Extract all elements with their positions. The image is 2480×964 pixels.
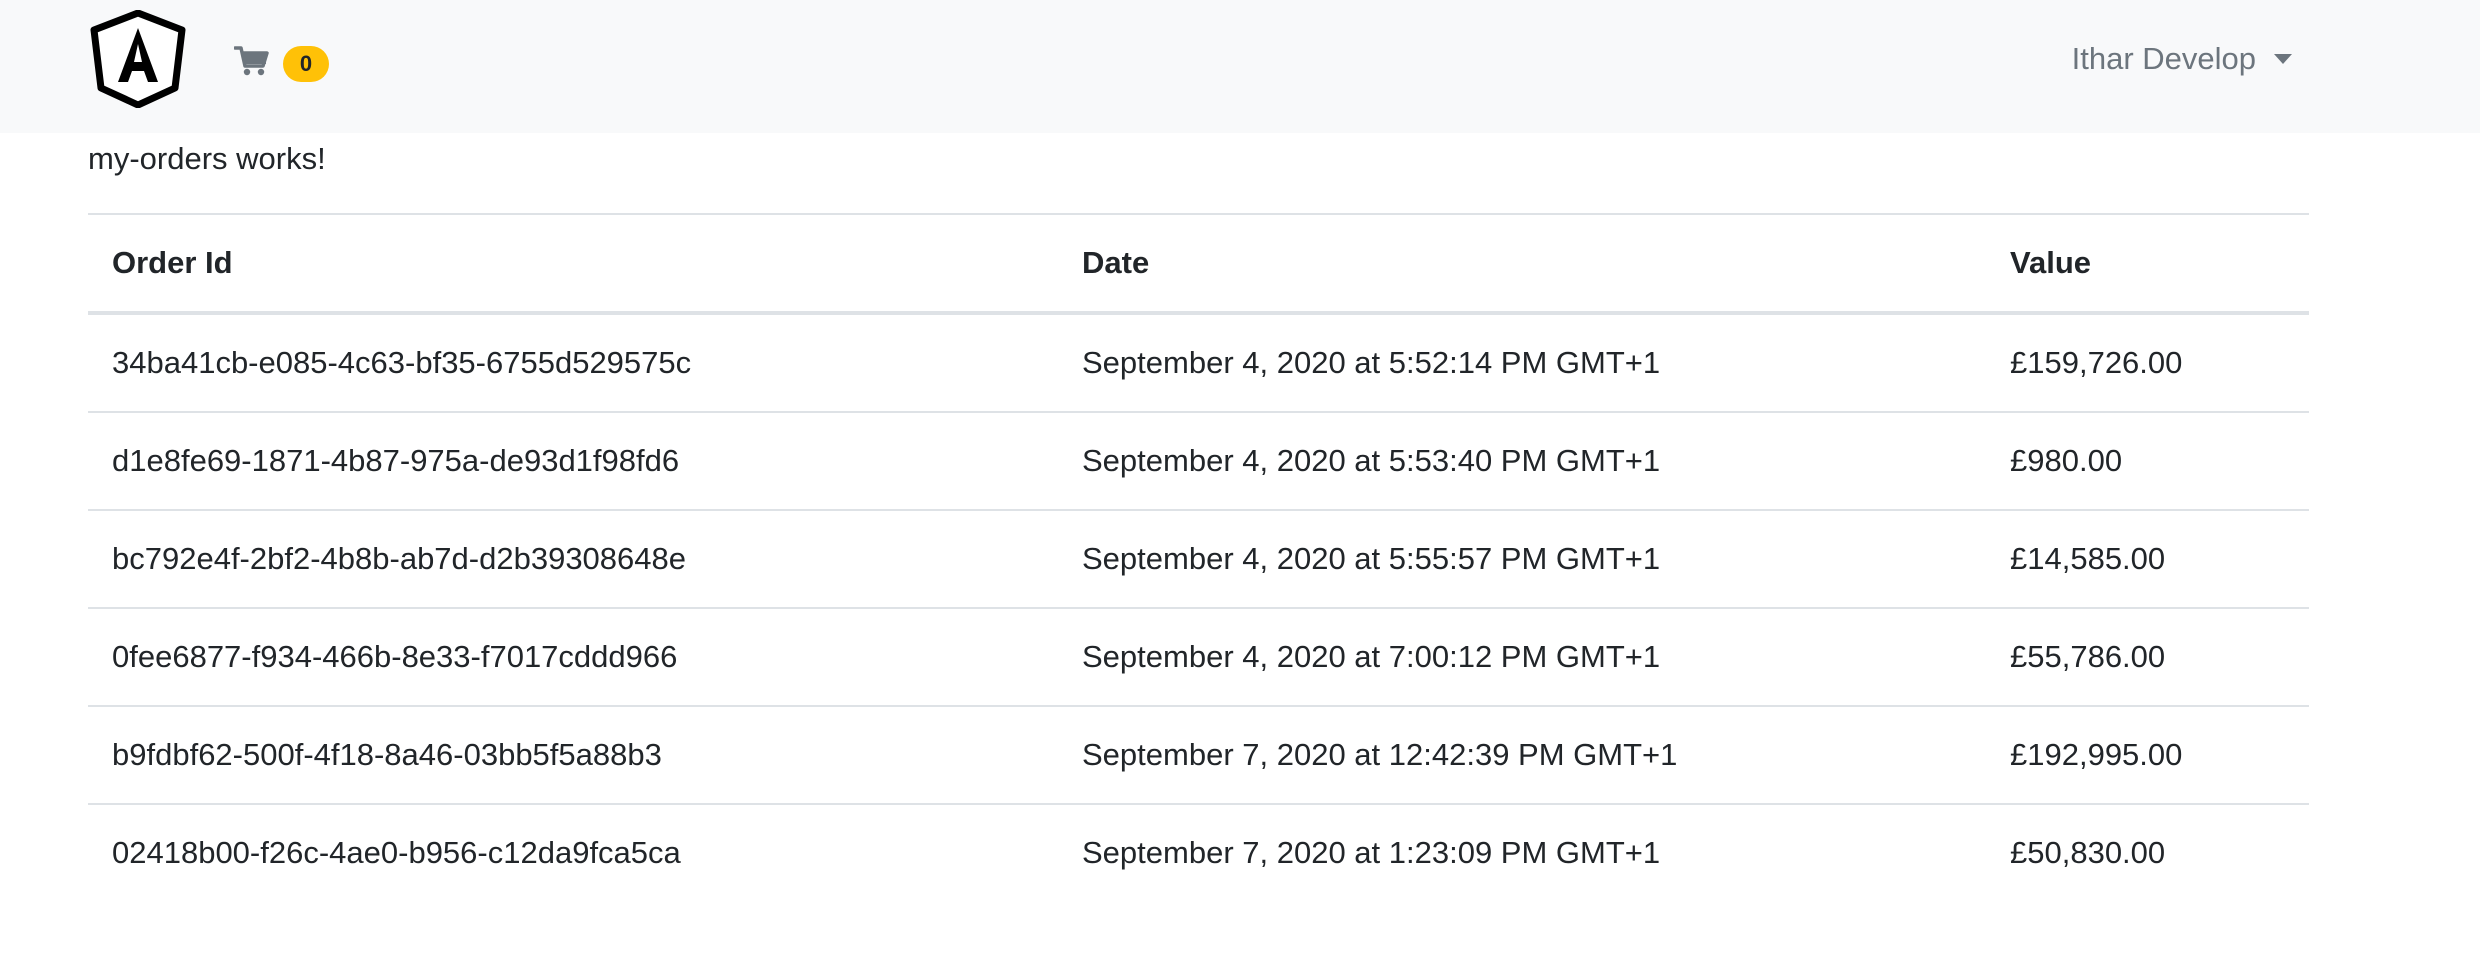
order-value-cell: £55,786.00 xyxy=(1986,608,2309,707)
top-navbar: 0 Ithar Develop xyxy=(0,0,2480,133)
table-row: 34ba41cb-e085-4c63-bf35-6755d529575c Sep… xyxy=(88,313,2309,413)
cart-link[interactable]: 0 xyxy=(234,38,329,84)
user-dropdown-toggle[interactable]: Ithar Develop xyxy=(2072,36,2292,82)
order-id-cell: 02418b00-f26c-4ae0-b956-c12da9fca5ca xyxy=(112,835,681,870)
order-date-cell: September 4, 2020 at 5:55:57 PM GMT+1 xyxy=(1058,510,1986,609)
angular-logo-icon xyxy=(90,9,186,109)
user-name: Ithar Develop xyxy=(2071,41,2256,76)
order-value-cell: £159,726.00 xyxy=(1986,313,2309,413)
order-id-cell: 0fee6877-f934-466b-8e33-f7017cddd966 xyxy=(88,608,1058,707)
cart-count-badge: 0 xyxy=(283,46,329,82)
table-row: b9fdbf62-500f-4f18-8a46-03bb5f5a88b3 Sep… xyxy=(88,706,2309,805)
order-date-cell: September 4, 2020 at 7:00:12 PM GMT+1 xyxy=(1058,608,1986,707)
brand-link[interactable] xyxy=(90,9,186,109)
table-header-row: Order Id Date Value xyxy=(88,213,2309,315)
order-date-cell: September 4, 2020 at 5:52:14 PM GMT+1 xyxy=(1058,313,1986,413)
order-id-cell: b9fdbf62-500f-4f18-8a46-03bb5f5a88b3 xyxy=(88,706,1058,805)
shopping-cart-icon xyxy=(234,46,269,76)
order-value-cell: £192,995.00 xyxy=(1986,706,2309,805)
order-id-cell: 34ba41cb-e085-4c63-bf35-6755d529575c xyxy=(88,313,1058,413)
order-id-cell: bc792e4f-2bf2-4b8b-ab7d-d2b39308648e xyxy=(88,510,1058,609)
orders-table: Order Id Date Value 34ba41cb-e085-4c63-b… xyxy=(88,213,2309,901)
order-date-cell: September 4, 2020 at 5:53:40 PM GMT+1 xyxy=(1058,412,1986,511)
header-order-id: Order Id xyxy=(88,213,1058,315)
order-id-cell: d1e8fe69-1871-4b87-975a-de93d1f98fd6 xyxy=(88,412,1058,511)
header-date: Date xyxy=(1058,213,1986,315)
order-date-cell: September 7, 2020 at 12:42:39 PM GMT+1 xyxy=(1058,706,1986,805)
header-value: Value xyxy=(1986,213,2309,315)
caret-down-icon xyxy=(2274,54,2292,64)
order-value-cell: £980.00 xyxy=(1986,412,2309,511)
table-row: d1e8fe69-1871-4b87-975a-de93d1f98fd6 Sep… xyxy=(88,412,2309,511)
order-value-cell: £50,830.00 xyxy=(2010,835,2166,870)
order-date-cell: September 7, 2020 at 1:23:09 PM GMT+1 xyxy=(1082,835,1661,870)
order-value-cell: £14,585.00 xyxy=(1986,510,2309,609)
page-message: my-orders works! xyxy=(88,141,326,176)
table-row: 0fee6877-f934-466b-8e33-f7017cddd966 Sep… xyxy=(88,608,2309,707)
table-row: bc792e4f-2bf2-4b8b-ab7d-d2b39308648e Sep… xyxy=(88,510,2309,609)
table-row: 02418b00-f26c-4ae0-b956-c12da9fca5ca Sep… xyxy=(88,804,2309,901)
